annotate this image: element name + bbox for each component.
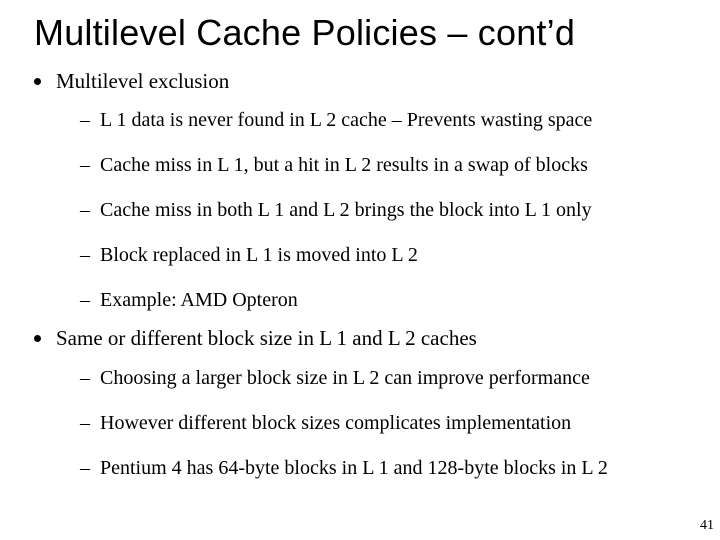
- sub-list-item: Example: AMD Opteron: [80, 288, 702, 313]
- sub-list-item: Cache miss in L 1, but a hit in L 2 resu…: [80, 153, 702, 178]
- slide: Multilevel Cache Policies – cont’d Multi…: [0, 0, 720, 540]
- list-item: Multilevel exclusion L 1 data is never f…: [34, 68, 702, 313]
- sub-list-item: Choosing a larger block size in L 2 can …: [80, 366, 702, 391]
- slide-title: Multilevel Cache Policies – cont’d: [34, 12, 702, 54]
- sub-list-item: L 1 data is never found in L 2 cache – P…: [80, 108, 702, 133]
- sub-list-item: Cache miss in both L 1 and L 2 brings th…: [80, 198, 702, 223]
- sub-list: L 1 data is never found in L 2 cache – P…: [56, 108, 702, 313]
- sub-list-item: Pentium 4 has 64-byte blocks in L 1 and …: [80, 456, 702, 481]
- list-item-text: Multilevel exclusion: [56, 69, 229, 93]
- sub-list-item: Block replaced in L 1 is moved into L 2: [80, 243, 702, 268]
- sub-list-item: However different block sizes complicate…: [80, 411, 702, 436]
- bullet-list: Multilevel exclusion L 1 data is never f…: [18, 68, 702, 481]
- page-number: 41: [700, 518, 714, 534]
- sub-list: Choosing a larger block size in L 2 can …: [56, 366, 702, 481]
- list-item: Same or different block size in L 1 and …: [34, 325, 702, 480]
- list-item-text: Same or different block size in L 1 and …: [56, 326, 477, 350]
